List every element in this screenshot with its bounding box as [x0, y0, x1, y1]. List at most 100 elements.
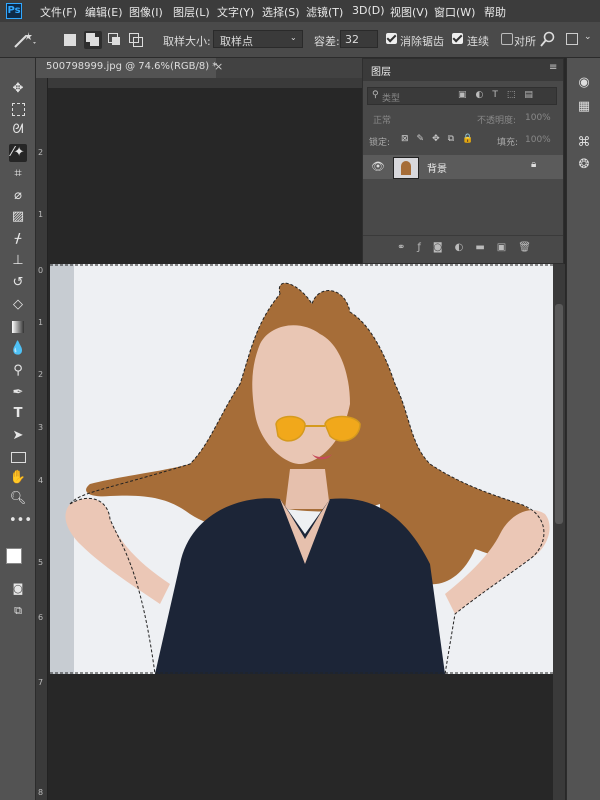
menu-edit[interactable]: 编辑(E) — [85, 4, 123, 20]
sample-size-value: 取样点 — [220, 35, 253, 48]
pen-tool-icon[interactable]: ✒ — [9, 384, 27, 402]
menu-layer[interactable]: 图层(L) — [173, 4, 210, 20]
screen-mode-icon[interactable]: ⧉ — [9, 602, 27, 620]
quick-mask-icon[interactable]: ◙ — [9, 580, 27, 598]
contiguous-label: 连续 — [467, 35, 489, 48]
menu-filter[interactable]: 滤镜(T) — [306, 4, 343, 20]
subtract-selection-icon[interactable] — [108, 33, 121, 46]
workspace-icon[interactable] — [566, 33, 578, 45]
ruler-mark: 8 — [38, 788, 44, 797]
dodge-tool-icon[interactable]: ⚲ — [9, 362, 27, 380]
sample-size-select[interactable]: 取样点 ⌄ — [213, 30, 303, 48]
ruler-mark: 1 — [38, 318, 44, 327]
opacity-value[interactable]: 100% — [525, 113, 551, 123]
blend-row: 正常 不透明度: 100% — [367, 111, 557, 127]
add-selection-button[interactable] — [84, 31, 102, 49]
new-selection-icon[interactable] — [64, 34, 76, 46]
panel-menu-icon[interactable]: ≡ — [549, 62, 557, 73]
gradient-tool-icon[interactable] — [9, 318, 27, 336]
document-tab[interactable]: 500798999.jpg @ 74.6%(RGB/8) * × — [36, 58, 223, 78]
tools-panel: ✥ ᘛ ⁄✦ ⌗ ⌀ ▨ ᚋ ⊥ ↺ ◇ 💧 ⚲ ✒ T ➤ ✋ 🔍︎ ••• … — [0, 58, 36, 800]
fill-label: 填充: — [497, 138, 519, 148]
sample-size-label: 取样大小: — [163, 35, 211, 48]
path-selection-tool-icon[interactable]: ➤ — [9, 427, 27, 445]
tolerance-input[interactable]: 32 — [340, 30, 378, 48]
antialias-label: 消除锯齿 — [400, 35, 444, 48]
eye-icon[interactable]: 👁︎ — [371, 160, 385, 173]
lasso-tool-icon[interactable]: ᘛ — [9, 121, 27, 139]
layer-row-background[interactable]: 👁︎ 背景 🔒︎ — [363, 155, 563, 179]
filter-kind-select[interactable]: 类型 — [382, 91, 400, 104]
blend-mode-select[interactable]: 正常 — [373, 113, 391, 126]
ruler-mark: 2 — [38, 370, 44, 379]
document-tabs: 500798999.jpg @ 74.6%(RGB/8) * × — [36, 58, 362, 78]
paths-panel-icon[interactable]: ⌘ — [575, 134, 593, 152]
ruler-mark: 0 — [38, 266, 44, 275]
layers-footer: ⚭ƒ◙◐▬▣🗑 — [363, 235, 563, 262]
layers-tab[interactable]: 图层 — [371, 63, 391, 78]
layer-footer-icons[interactable]: ⚭ƒ◙◐▬▣🗑 — [397, 242, 543, 253]
menu-view[interactable]: 视图(V) — [390, 4, 428, 20]
blur-tool-icon[interactable]: 💧 — [9, 340, 27, 358]
layer-filter-bar[interactable]: ⚲ 类型 ▣◐T⬚▤ — [367, 87, 557, 105]
menu-window[interactable]: 窗口(W) — [434, 4, 475, 20]
magic-wand-tool-icon[interactable]: ⁄✦ — [9, 144, 27, 162]
menu-3d[interactable]: 3D(D) — [352, 4, 385, 17]
contiguous-checkbox[interactable] — [452, 33, 463, 44]
chevron-down-icon: ⌄ — [290, 33, 297, 42]
menu-help[interactable]: 帮助 — [484, 4, 506, 20]
all-layers-label: 对所 — [514, 35, 536, 48]
lock-icons[interactable]: ⊠✎✥⧉🔒 — [401, 134, 481, 144]
fill-value[interactable]: 100% — [525, 135, 551, 145]
swatches-panel-icon[interactable]: ▦ — [575, 98, 593, 116]
marquee-tool-icon[interactable] — [9, 100, 27, 118]
zoom-tool-icon[interactable]: 🔍︎ — [9, 490, 27, 508]
photoshop-logo: Ps — [6, 3, 22, 19]
workspace-chevron-icon[interactable]: ⌄ — [584, 32, 592, 42]
history-brush-tool-icon[interactable]: ↺ — [9, 274, 27, 292]
antialias-checkbox[interactable] — [386, 33, 397, 44]
photo-image — [50, 264, 553, 674]
healing-brush-tool-icon[interactable]: ▨ — [9, 208, 27, 226]
layers-panel-header: 图层 ≡ — [363, 59, 563, 81]
type-tool-icon[interactable]: T — [9, 405, 27, 423]
eyedropper-tool-icon[interactable]: ⌀ — [9, 187, 27, 205]
color-panel-icon[interactable]: ◉ — [575, 74, 593, 92]
horizontal-ruler — [48, 78, 364, 88]
more-tools-icon[interactable]: ••• — [9, 512, 32, 530]
layer-thumbnail — [393, 157, 419, 179]
brush-tool-icon[interactable]: ᚋ — [9, 230, 27, 248]
all-layers-checkbox[interactable] — [501, 33, 513, 45]
move-tool-icon[interactable]: ✥ — [9, 80, 27, 98]
lock-row: 锁定: ⊠✎✥⧉🔒 填充: 100% — [367, 133, 557, 149]
scrollbar-thumb[interactable] — [555, 304, 563, 524]
close-tab-icon[interactable]: × — [214, 60, 223, 73]
channels-panel-icon[interactable]: ❂ — [575, 156, 593, 174]
eraser-tool-icon[interactable]: ◇ — [9, 296, 27, 314]
tolerance-value: 32 — [345, 33, 359, 46]
hand-tool-icon[interactable]: ✋ — [9, 469, 27, 487]
options-bar: 取样大小: 取样点 ⌄ 容差: 32 消除锯齿 连续 对所 ⌄ — [0, 22, 600, 58]
foreground-color-swatch[interactable] — [6, 548, 22, 564]
opacity-label: 不透明度: — [477, 116, 517, 126]
menu-image[interactable]: 图像(I) — [129, 4, 163, 20]
menu-select[interactable]: 选择(S) — [262, 4, 300, 20]
lock-icon: 🔒︎ — [531, 159, 537, 170]
filter-icons[interactable]: ▣◐T⬚▤ — [458, 90, 542, 100]
layer-name: 背景 — [427, 164, 447, 175]
canvas[interactable] — [50, 264, 553, 674]
intersect-selection-icon[interactable] — [129, 33, 143, 47]
ruler-mark: 5 — [38, 558, 44, 567]
rectangle-tool-icon[interactable] — [9, 448, 27, 466]
search-icon[interactable] — [540, 31, 556, 47]
ruler-mark: 6 — [38, 613, 44, 622]
filter-search-icon: ⚲ — [372, 90, 379, 100]
magic-wand-icon[interactable] — [12, 30, 38, 50]
menu-file[interactable]: 文件(F) — [40, 4, 77, 20]
lock-label: 锁定: — [369, 138, 391, 148]
menu-type[interactable]: 文字(Y) — [217, 4, 254, 20]
pasteboard — [48, 674, 553, 800]
crop-tool-icon[interactable]: ⌗ — [9, 165, 27, 183]
clone-stamp-tool-icon[interactable]: ⊥ — [9, 252, 27, 270]
vertical-scrollbar[interactable] — [553, 264, 565, 800]
